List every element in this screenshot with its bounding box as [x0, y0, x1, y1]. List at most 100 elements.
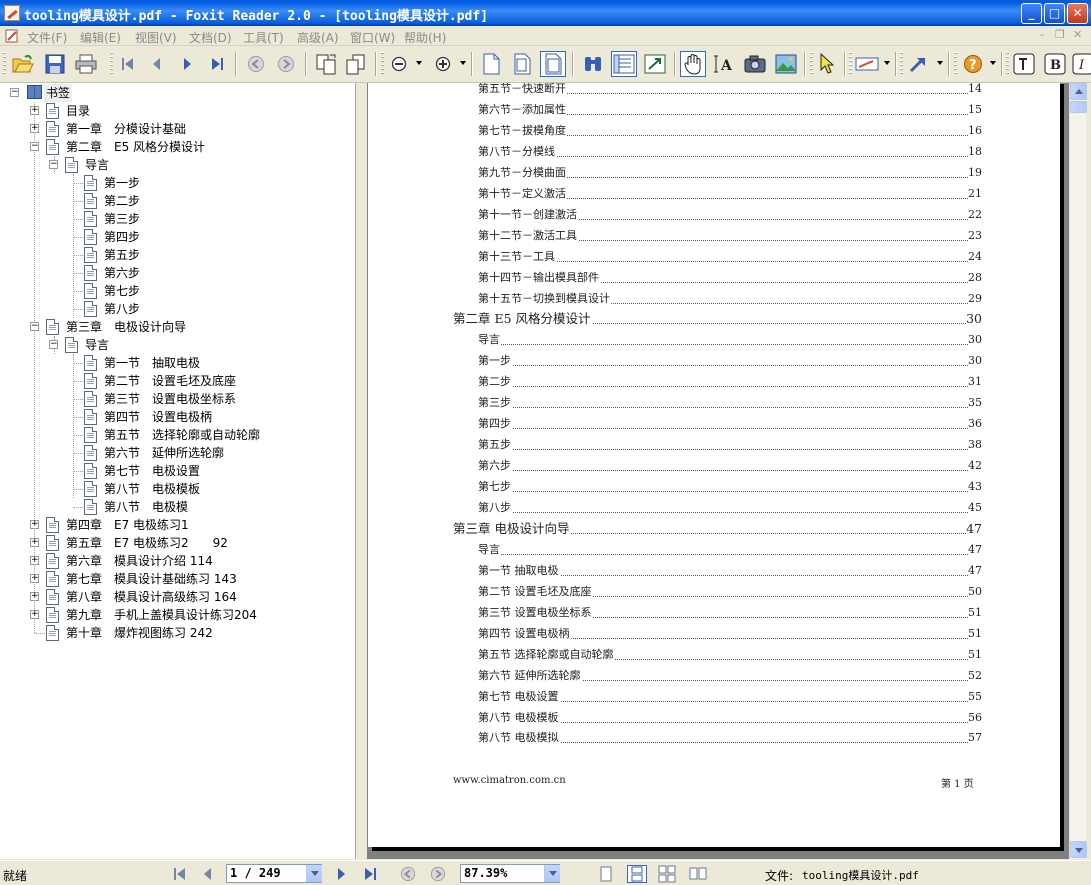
vertical-scrollbar[interactable] [1069, 83, 1087, 859]
toc-line[interactable]: 第六步 42 [478, 457, 982, 475]
previous-page-button[interactable] [144, 51, 170, 77]
zoom-dropdown-arrow[interactable] [544, 865, 560, 882]
menu-document[interactable]: 文档(D) [189, 29, 232, 46]
snapshot-button[interactable] [742, 51, 768, 77]
bookmark-item[interactable]: 第五步 [0, 246, 350, 264]
toc-line[interactable]: 第五节 选择轮廓或自动轮廓 51 [478, 646, 982, 664]
zoom-in-button[interactable] [430, 51, 456, 77]
toolbar-grip[interactable] [381, 52, 384, 76]
toc-line[interactable]: 导言 30 [478, 331, 982, 349]
page-dropdown-arrow[interactable] [306, 865, 322, 882]
text-select-button[interactable]: A [711, 51, 737, 77]
toc-line[interactable]: 第一步 30 [478, 352, 982, 370]
bookmark-item[interactable]: 第八节 电极模 [0, 498, 350, 516]
expand-toggle[interactable]: + [30, 106, 39, 115]
continuous-layout-button[interactable] [627, 865, 647, 883]
expand-toggle[interactable]: + [30, 574, 39, 583]
foxit-app-icon[interactable] [4, 5, 20, 21]
toc-line[interactable]: 第十四节－输出模具部件 28 [478, 269, 982, 287]
expand-toggle[interactable]: + [30, 538, 39, 547]
scroll-thumb[interactable] [1070, 101, 1087, 113]
go-back-button[interactable] [243, 51, 269, 77]
close-button[interactable]: ✕ [1067, 3, 1088, 24]
bold-button[interactable]: B [1042, 51, 1068, 77]
maximize-button[interactable]: □ [1044, 3, 1065, 24]
status-first-page-icon[interactable] [172, 866, 188, 882]
page-number-field[interactable]: 1 / 249 [226, 864, 322, 883]
collapse-toggle[interactable]: − [49, 160, 58, 169]
continuous-facing-layout-button[interactable] [688, 865, 708, 883]
go-forward-button[interactable] [273, 51, 299, 77]
print-button[interactable] [73, 51, 99, 77]
scroll-down-button[interactable] [1070, 841, 1087, 858]
next-page-button[interactable] [174, 51, 200, 77]
minimize-button[interactable]: _ [1021, 3, 1042, 24]
bookmark-item[interactable]: 第四节 设置电极柄 [0, 408, 350, 426]
status-next-page-icon[interactable] [333, 866, 349, 882]
last-page-button[interactable] [204, 51, 230, 77]
document-view[interactable]: 第五节－快速断开 14 第六节－添加属性 15 第七节－拔模角度 16 第八节－分模线 18 第… [367, 83, 1069, 859]
bookmark-item[interactable]: 第八节 电极模板 [0, 480, 350, 498]
bookmark-item[interactable]: 第一步 [0, 174, 350, 192]
expand-toggle[interactable]: + [30, 610, 39, 619]
collapse-toggle[interactable]: − [30, 322, 39, 331]
toc-line[interactable]: 第八步 45 [478, 499, 982, 517]
thumbnails-button[interactable] [642, 51, 668, 77]
toc-line[interactable]: 第二节 设置毛坯及底座 50 [478, 583, 982, 601]
menu-file[interactable]: 文件(F) [27, 29, 67, 46]
toc-line[interactable]: 第五步 38 [478, 436, 982, 454]
annotation-dropdown[interactable] [884, 61, 890, 65]
toc-line[interactable]: 第三步 35 [478, 394, 982, 412]
toc-line[interactable]: 第十三节－工具 24 [478, 248, 982, 266]
collapse-toggle[interactable]: − [49, 340, 58, 349]
toolbar-grip[interactable] [810, 52, 813, 76]
menu-tools[interactable]: 工具(T) [243, 29, 284, 46]
menu-view[interactable]: 视图(V) [135, 29, 177, 46]
bookmark-item[interactable]: 第一节 抽取电极 [0, 354, 350, 372]
zoom-in-dropdown[interactable] [460, 61, 466, 65]
toc-line[interactable]: 第八节 电极模板 56 [478, 709, 982, 727]
arrow-tool-dropdown[interactable] [937, 61, 943, 65]
toolbar-grip[interactable] [954, 52, 957, 76]
menu-edit[interactable]: 编辑(E) [80, 29, 121, 46]
mdi-restore-button[interactable]: ❐ [1055, 28, 1065, 41]
fit-page-button[interactable] [509, 51, 535, 77]
bookmark-item[interactable]: 第七步 [0, 282, 350, 300]
toc-line[interactable]: 第六节－添加属性 15 [478, 101, 982, 119]
fit-width-button[interactable] [540, 51, 566, 77]
bookmark-item[interactable]: 第六节 延伸所选轮廓 [0, 444, 350, 462]
bookmark-item[interactable]: + 第六章 模具设计介绍 114 [0, 552, 350, 570]
bookmark-item[interactable]: 第三步 [0, 210, 350, 228]
toc-line[interactable]: 第四步 36 [478, 415, 982, 433]
status-go-back-icon[interactable] [400, 866, 416, 882]
bookmark-item[interactable]: 第二步 [0, 192, 350, 210]
annotation-button[interactable] [854, 51, 880, 77]
single-page-layout-button[interactable] [596, 865, 616, 883]
italic-button[interactable]: I [1070, 51, 1091, 77]
bookmark-item[interactable]: 第四步 [0, 228, 350, 246]
first-page-button[interactable] [115, 51, 141, 77]
toolbar-grip[interactable] [849, 52, 852, 76]
select-tool-button[interactable] [814, 51, 840, 77]
scroll-up-button[interactable] [1070, 83, 1087, 100]
zoom-out-button[interactable] [386, 51, 412, 77]
bookmark-item[interactable]: 第十章 爆炸视图练习 242 [0, 624, 350, 642]
hand-tool-button[interactable] [680, 51, 706, 77]
pane-splitter[interactable] [357, 83, 367, 859]
bookmark-item[interactable]: 第五节 选择轮廓或自动轮廓 [0, 426, 350, 444]
collapse-toggle[interactable]: − [10, 88, 19, 97]
toc-line[interactable]: 第七步 43 [478, 478, 982, 496]
bookmark-item[interactable]: 第七节 电极设置 [0, 462, 350, 480]
bookmark-item[interactable]: + 第九章 手机上盖模具设计练习204 [0, 606, 350, 624]
bookmark-item[interactable]: + 目录 [0, 102, 350, 120]
save-button[interactable] [42, 51, 68, 77]
image-button[interactable] [773, 51, 799, 77]
bookmark-root[interactable]: − 书签 [10, 84, 310, 102]
toolbar-grip[interactable] [1006, 52, 1009, 76]
document-menu-icon[interactable] [4, 28, 20, 44]
copy-button[interactable] [343, 51, 369, 77]
bookmarks-panel[interactable]: − 书签 + 目录 + 第一章 分模设计基础 − 第二章 E5 风格分模设计 − 导言 第一步第… [0, 83, 356, 859]
bookmark-item[interactable]: − 导言 [0, 156, 350, 174]
bookmark-item[interactable]: 第二节 设置毛坯及底座 [0, 372, 350, 390]
toc-line[interactable]: 第九节－分模曲面 19 [478, 164, 982, 182]
